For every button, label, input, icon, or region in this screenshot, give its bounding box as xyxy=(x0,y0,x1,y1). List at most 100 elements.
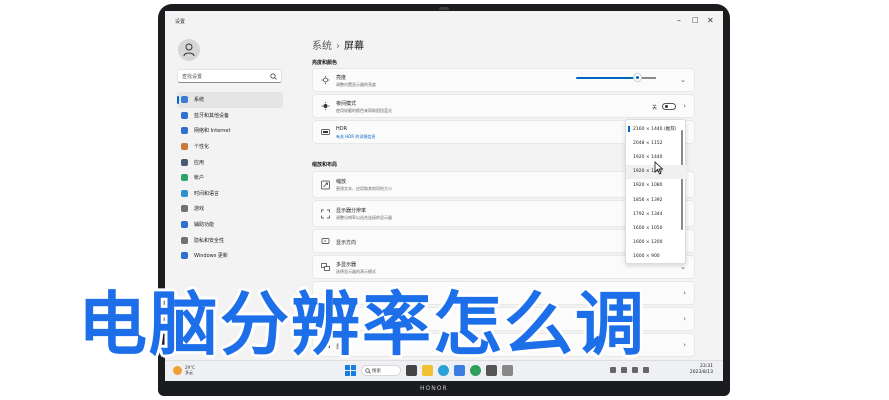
resolution-option-label: 1600 × 1050 xyxy=(633,225,663,231)
wifi-icon xyxy=(181,127,188,135)
search-input[interactable]: 查找设置 xyxy=(177,69,282,83)
resolution-option-label: 1792 × 1344 xyxy=(633,211,663,217)
chevron-right-icon[interactable]: › xyxy=(683,315,686,323)
sidebar-nav: 系统蓝牙和其他设备 网络和 Internet 个性化应用帐户时间和语言游戏辅助功能隐… xyxy=(177,92,283,264)
headline-banner: 电脑分辨率怎么调 xyxy=(78,285,646,365)
brightness-slider-thumb[interactable] xyxy=(633,73,642,82)
search-icon xyxy=(365,368,371,374)
webcam xyxy=(439,7,449,10)
resolution-option[interactable]: 1856 × 1392 xyxy=(626,193,687,207)
sidebar-item-label: 网络和 Internet xyxy=(194,128,231,135)
sidebar-item-label: 隐私和安全性 xyxy=(194,237,225,244)
brightness-subtitle: 调整内置显示器的亮度 xyxy=(336,82,376,87)
resolution-option-label: 1920 × 1440 xyxy=(633,154,663,160)
resolution-title: 显示器分辨率 xyxy=(336,208,367,214)
apps-icon xyxy=(181,158,188,166)
resolution-option-label: 1600 × 1200 xyxy=(633,240,663,246)
sidebar-item-label: 辅助功能 xyxy=(194,222,215,229)
moon-icon xyxy=(321,102,330,110)
resolution-option-label: 1920 × 1080 xyxy=(633,183,663,189)
resolution-option-label: 1856 × 1392 xyxy=(633,197,663,203)
sidebar-item-label: 系统 xyxy=(194,97,205,104)
sidebar-item-label: 帐户 xyxy=(194,175,205,182)
weather-desc: 多云 xyxy=(185,370,193,375)
brightness-title: 亮度 xyxy=(336,75,347,81)
resolution-icon xyxy=(321,209,330,218)
taskbar-search-label: 搜索 xyxy=(372,369,381,374)
night-light-subtitle: 使用较暖的颜色来帮助阻挡蓝光 xyxy=(336,108,392,113)
sidebar-item[interactable]: Windows 更新 xyxy=(177,248,283,264)
night-light-toggle[interactable] xyxy=(662,103,676,110)
sidebar-item-label: Windows 更新 xyxy=(194,253,228,260)
sidebar-item[interactable]: 个性化 xyxy=(177,139,283,155)
sidebar-item[interactable]: 隐私和安全性 xyxy=(177,232,283,248)
close-button[interactable]: ✕ xyxy=(707,16,714,25)
hdr-title: HDR xyxy=(336,126,348,132)
resolution-option[interactable]: 2048 × 1152 xyxy=(626,136,687,150)
sidebar-item-label: 蓝牙和其他设备 xyxy=(194,112,230,119)
monitor-icon xyxy=(181,96,188,104)
shield-icon xyxy=(181,236,188,244)
resolution-option[interactable]: 2160 × 1440 (推荐) xyxy=(626,122,687,136)
sidebar-item[interactable]: 应用 xyxy=(177,154,283,170)
sidebar-item-label: 应用 xyxy=(194,159,205,166)
search-placeholder: 查找设置 xyxy=(182,74,203,80)
resolution-dropdown[interactable]: 2160 × 1440 (推荐) 2048 × 1152 1920 × 1440 19… xyxy=(625,119,687,264)
orientation-title: 显示方向 xyxy=(336,240,357,246)
gamepad-icon xyxy=(181,205,188,213)
sidebar-item[interactable]: 网络和 Internet xyxy=(177,123,283,139)
sidebar-item-label: 个性化 xyxy=(194,144,210,151)
sun-icon xyxy=(321,76,330,84)
night-light-card[interactable]: 夜间模式 使用较暖的颜色来帮助阻挡蓝光 › xyxy=(312,94,695,118)
resolution-option[interactable]: 1600 × 1050 xyxy=(626,221,687,235)
section-brightness-color: 亮度和颜色 xyxy=(312,60,338,66)
resolution-option[interactable]: 1792 × 1344 xyxy=(626,207,687,221)
minimize-button[interactable]: – xyxy=(677,16,681,25)
breadcrumb-parent[interactable]: 系统 xyxy=(312,41,332,52)
page-title: 屏幕 xyxy=(344,41,364,52)
chevron-right-icon[interactable]: › xyxy=(683,102,686,110)
person-icon xyxy=(181,174,188,182)
night-light-title: 夜间模式 xyxy=(336,101,357,107)
breadcrumb-separator: › xyxy=(336,41,340,52)
scale-icon xyxy=(321,180,330,189)
clock-date: 2023/8/13 xyxy=(689,370,713,375)
person-icon xyxy=(183,43,195,57)
update-icon xyxy=(181,252,188,260)
chevron-right-icon[interactable]: › xyxy=(683,289,686,297)
chevron-down-icon[interactable]: ⌄ xyxy=(680,76,686,84)
brush-icon xyxy=(181,143,188,151)
hdr-icon xyxy=(321,129,330,135)
resolution-option[interactable]: 1920 × 1080 xyxy=(626,179,687,193)
search-icon xyxy=(270,73,277,80)
user-avatar[interactable] xyxy=(178,39,200,61)
sidebar-item[interactable]: 系统 xyxy=(177,92,283,108)
resolution-option[interactable]: 1600 × 1200 xyxy=(626,236,687,250)
sidebar-item-label: 时间和语言 xyxy=(194,190,220,197)
clock[interactable]: 23:31 2023/8/13 xyxy=(690,364,713,376)
sidebar-item[interactable]: 时间和语言 xyxy=(177,186,283,202)
night-light-toggle-label: 关 xyxy=(652,105,658,111)
maximize-button[interactable]: □ xyxy=(692,16,699,24)
chevron-right-icon[interactable]: › xyxy=(683,341,686,349)
sidebar-item[interactable]: 蓝牙和其他设备 xyxy=(177,108,283,124)
mouse-cursor-icon xyxy=(654,161,664,175)
scale-title: 缩放 xyxy=(336,179,347,185)
resolution-option-label: 2160 × 1440 (推荐) xyxy=(633,127,677,132)
brand-logo: HONOR xyxy=(420,385,448,392)
sidebar-item[interactable]: 游戏 xyxy=(177,201,283,217)
multi-display-title: 多显示器 xyxy=(336,262,357,268)
resolution-option-label: 1600 × 900 xyxy=(633,254,660,260)
breadcrumb: 系统 › 屏幕 xyxy=(312,37,364,52)
resolution-subtitle: 调整分辨率以适合连接的显示器 xyxy=(336,215,392,220)
title-bar: 设置 – □ ✕ xyxy=(165,11,723,33)
resolution-option[interactable]: 1600 × 900 xyxy=(626,250,687,264)
sidebar-item[interactable]: 帐户 xyxy=(177,170,283,186)
bluetooth-icon xyxy=(181,111,188,119)
sidebar-item[interactable]: 辅助功能 xyxy=(177,217,283,233)
hdr-link[interactable]: 有关 HDR 的详细信息 xyxy=(336,134,375,140)
rotate-icon xyxy=(321,238,330,244)
window-title: 设置 xyxy=(175,19,186,25)
chevron-down-icon[interactable]: ⌄ xyxy=(680,263,686,271)
sidebar-item-label: 游戏 xyxy=(194,206,205,213)
